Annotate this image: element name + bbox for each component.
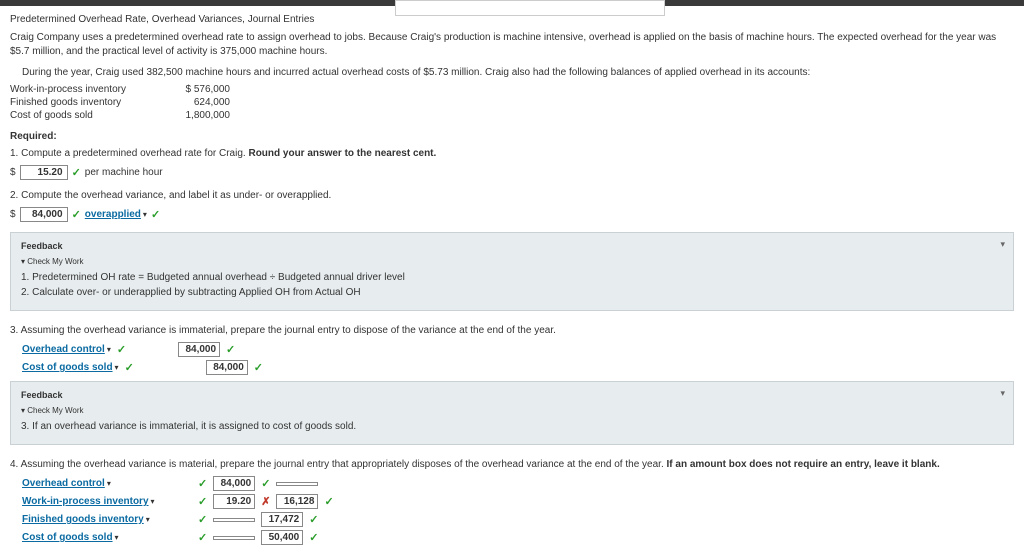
journal-row: Work-in-process inventory ▾ ✓ 19.20 ✗ 16… [22,494,1014,509]
check-my-work[interactable]: ▾ Check My Work [21,257,1003,266]
q4-account2: Work-in-process inventory [22,496,149,507]
feedback-title: Feedback [21,241,1003,251]
dollar-sign: $ [10,209,16,220]
q4-r4-debit[interactable] [213,536,255,540]
q2-amount-input[interactable]: 84,000 [20,207,68,222]
chevron-down-icon: ▾ [146,515,150,524]
required-heading: Required: [10,131,1014,142]
q4-r3-credit[interactable]: 17,472 [261,512,303,527]
q4-r1-debit[interactable]: 84,000 [213,476,255,491]
main-content: Predetermined Overhead Rate, Overhead Va… [0,6,1024,556]
q3-journal: Overhead control ▾ ✓ 84,000 ✓ Cost of go… [22,342,1014,375]
feedback-line: 1. Predetermined OH rate = Budgeted annu… [21,272,1003,283]
q2-label-select[interactable]: overapplied ▾ [85,209,147,220]
wip-label: Work-in-process inventory [10,84,150,95]
q4-account1: Overhead control [22,478,105,489]
check-icon: ✓ [72,208,81,221]
q4-account4: Cost of goods sold [22,532,113,543]
check-icon: ✓ [226,343,235,356]
collapse-icon[interactable]: ▾ [1000,239,1005,250]
check-icon: ✓ [151,208,160,221]
q4-account3: Finished goods inventory [22,514,144,525]
check-icon: ✓ [309,531,318,544]
fg-label: Finished goods inventory [10,97,150,108]
top-search-input[interactable] [395,0,665,16]
top-toolbar [0,0,1024,6]
feedback-line: 2. Calculate over- or underapplied by su… [21,287,1003,298]
journal-row: Finished goods inventory ▾ ✓ 17,472 ✓ [22,512,1014,527]
cogs-amount: 1,800,000 [150,110,230,121]
intro-para-1: Craig Company uses a predetermined overh… [10,31,1014,59]
q1-text: 1. Compute a predetermined overhead rate… [10,148,248,159]
cogs-label: Cost of goods sold [10,110,150,121]
fg-amount: 624,000 [150,97,230,108]
question-1: 1. Compute a predetermined overhead rate… [10,148,1014,159]
table-row: Work-in-process inventory $ 576,000 [10,84,1014,95]
question-4: 4. Assuming the overhead variance is mat… [10,459,1014,470]
q4-r2-credit[interactable]: 16,128 [276,494,318,509]
check-icon: ✓ [261,477,270,490]
check-icon: ✓ [254,361,263,374]
check-my-work[interactable]: ▾ Check My Work [21,406,1003,415]
q3-account1-select[interactable]: Overhead control ▾ [22,344,111,355]
cross-icon: ✗ [261,495,270,508]
chevron-down-icon: ▾ [107,345,111,354]
check-icon: ✓ [117,343,126,356]
wip-amount: $ 576,000 [150,84,230,95]
question-3: 3. Assuming the overhead variance is imm… [10,325,1014,336]
question-2: 2. Compute the overhead variance, and la… [10,190,1014,201]
q1-answer-row: $ 15.20 ✓ per machine hour [10,165,1014,180]
q4-account3-select[interactable]: Finished goods inventory ▾ [22,514,192,525]
q2-label-value: overapplied [85,209,141,220]
q3-account2-select[interactable]: Cost of goods sold ▾ [22,362,119,373]
journal-row: Overhead control ▾ ✓ 84,000 ✓ [22,476,1014,491]
table-row: Finished goods inventory 624,000 [10,97,1014,108]
chevron-down-icon: ▾ [151,497,155,506]
check-icon: ✓ [198,513,207,526]
feedback-panel-1: ▾ Feedback ▾ Check My Work 1. Predetermi… [10,232,1014,311]
check-icon: ✓ [309,513,318,526]
q3-debit1[interactable]: 84,000 [178,342,220,357]
q3-account2: Cost of goods sold [22,362,113,373]
check-icon: ✓ [125,361,134,374]
q4-r1-credit[interactable] [276,482,318,486]
journal-row: Cost of goods sold ▾ ✓ 84,000 ✓ [22,360,1014,375]
q4-r2-debit[interactable]: 19.20 [213,494,255,509]
q4-account2-select[interactable]: Work-in-process inventory ▾ [22,496,192,507]
table-row: Cost of goods sold 1,800,000 [10,110,1014,121]
q4-account4-select[interactable]: Cost of goods sold ▾ [22,532,192,543]
q1-answer-input[interactable]: 15.20 [20,165,68,180]
q4-journal: Overhead control ▾ ✓ 84,000 ✓ Work-in-pr… [22,476,1014,545]
q4-r4-credit[interactable]: 50,400 [261,530,303,545]
feedback-line: 3. If an overhead variance is immaterial… [21,421,1003,432]
chevron-down-icon: ▾ [107,479,111,488]
chevron-down-icon: ▾ [115,363,119,372]
check-icon: ✓ [198,477,207,490]
check-icon: ✓ [198,531,207,544]
balances-table: Work-in-process inventory $ 576,000 Fini… [10,84,1014,121]
feedback-title: Feedback [21,390,1003,400]
q2-answer-row: $ 84,000 ✓ overapplied ▾ ✓ [10,207,1014,222]
feedback-panel-2: ▾ Feedback ▾ Check My Work 3. If an over… [10,381,1014,445]
q3-credit1[interactable]: 84,000 [206,360,248,375]
intro-para-2: During the year, Craig used 382,500 mach… [22,67,1014,78]
q1-unit: per machine hour [85,167,163,178]
q4-account1-select[interactable]: Overhead control ▾ [22,478,192,489]
journal-row: Overhead control ▾ ✓ 84,000 ✓ [22,342,1014,357]
chevron-down-icon: ▾ [143,210,147,219]
chevron-down-icon: ▾ [115,533,119,542]
check-icon: ✓ [198,495,207,508]
q1-bold: Round your answer to the nearest cent. [248,148,436,159]
check-icon: ✓ [72,166,81,179]
q4-text: 4. Assuming the overhead variance is mat… [10,459,667,470]
q4-bold: If an amount box does not require an ent… [667,459,940,470]
collapse-icon[interactable]: ▾ [1000,388,1005,399]
check-icon: ✓ [324,495,333,508]
dollar-sign: $ [10,167,16,178]
q3-account1: Overhead control [22,344,105,355]
q4-r3-debit[interactable] [213,518,255,522]
journal-row: Cost of goods sold ▾ ✓ 50,400 ✓ [22,530,1014,545]
